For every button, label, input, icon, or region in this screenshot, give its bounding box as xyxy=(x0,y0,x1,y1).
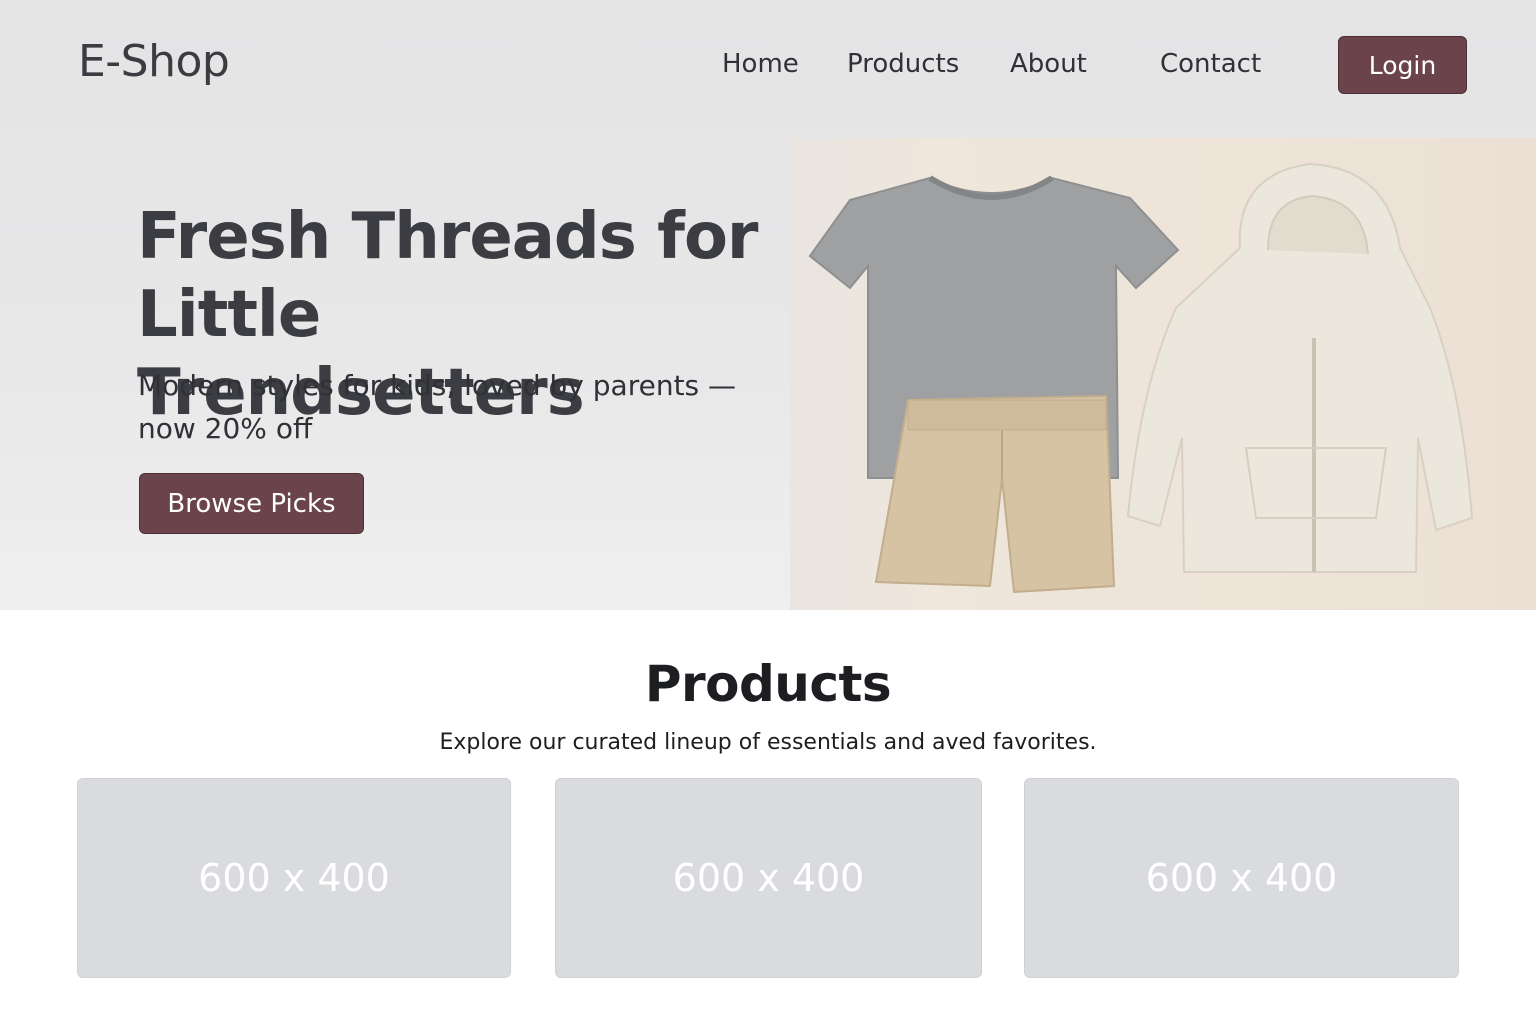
product-card-3[interactable]: 600 x 400 xyxy=(1024,778,1459,978)
product-card-2[interactable]: 600 x 400 xyxy=(555,778,982,978)
browse-picks-button[interactable]: Browse Picks xyxy=(139,473,364,534)
product-card-1[interactable]: 600 x 400 xyxy=(77,778,511,978)
product-card-placeholder-label: 600 x 400 xyxy=(1145,856,1338,900)
product-card-placeholder-label: 600 x 400 xyxy=(198,856,390,900)
nav-link-contact[interactable]: Contact xyxy=(1160,49,1261,79)
hero-title-line-1: Fresh Threads for xyxy=(137,200,758,274)
login-button[interactable]: Login xyxy=(1338,36,1467,94)
hoodie-icon xyxy=(1126,162,1474,573)
nav-link-products[interactable]: Products xyxy=(847,49,959,79)
products-heading: Products xyxy=(644,655,892,713)
nav-link-about[interactable]: About xyxy=(1010,49,1087,79)
product-card-placeholder-label: 600 x 400 xyxy=(672,856,865,900)
shorts-icon xyxy=(874,394,1116,594)
clothing-illustration xyxy=(808,162,1474,594)
hero-image xyxy=(790,138,1536,610)
nav-link-home[interactable]: Home xyxy=(722,49,799,79)
hero-subtitle: Modern styles for kids, loved by parents… xyxy=(138,369,737,445)
products-subtitle: Explore our curated lineup of essentials… xyxy=(439,730,1097,755)
brand-logo[interactable]: E-Shop xyxy=(78,36,230,87)
